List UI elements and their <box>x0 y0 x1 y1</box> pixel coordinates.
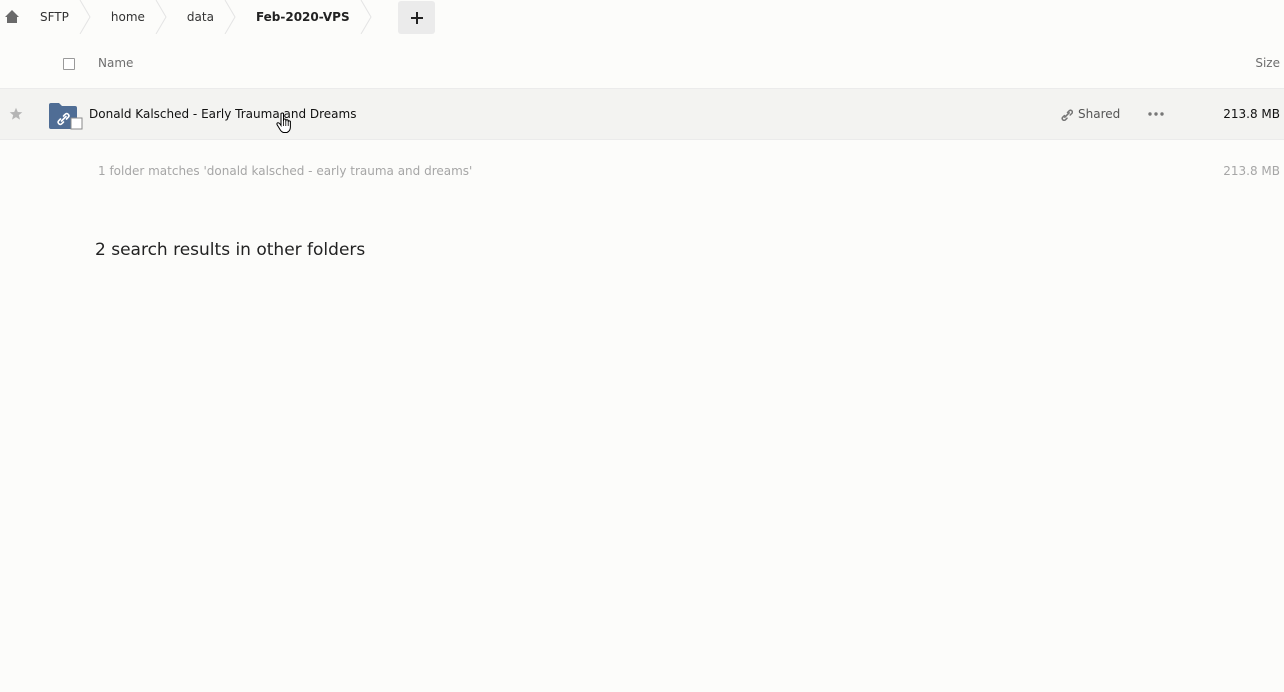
more-icon <box>1148 112 1164 116</box>
select-all-checkbox[interactable] <box>63 58 75 70</box>
plus-icon <box>410 11 423 24</box>
breadcrumb-item-data[interactable]: data <box>167 0 236 34</box>
new-item-button[interactable] <box>398 1 435 34</box>
breadcrumb-label: SFTP <box>40 10 69 24</box>
breadcrumb-item-current[interactable]: Feb-2020-VPS <box>236 0 372 34</box>
breadcrumb-item-sftp[interactable]: SFTP <box>24 0 91 34</box>
breadcrumb-label: Feb-2020-VPS <box>255 10 350 24</box>
share-button[interactable]: Shared <box>1059 107 1120 121</box>
star-icon[interactable] <box>9 107 23 121</box>
search-summary-size: 213.8 MB <box>1223 164 1280 178</box>
breadcrumb-home[interactable] <box>0 0 24 34</box>
more-actions-button[interactable] <box>1146 106 1166 122</box>
breadcrumb: SFTP home data Feb-2020-VPS <box>0 0 1284 34</box>
chevron-right-icon <box>79 0 91 34</box>
link-icon <box>1061 109 1073 121</box>
file-size: 213.8 MB <box>1223 107 1280 121</box>
file-row[interactable]: Donald Kalsched - Early Trauma and Dream… <box>0 89 1284 140</box>
shared-folder-icon <box>49 103 83 130</box>
files-page: SFTP home data Feb-2020-VPS Name Size Do… <box>0 0 1284 692</box>
breadcrumb-item-home[interactable]: home <box>91 0 167 34</box>
shared-label: Shared <box>1078 107 1121 121</box>
sort-by-size[interactable]: Size <box>1255 56 1280 70</box>
file-name[interactable]: Donald Kalsched - Early Trauma and Dream… <box>89 107 356 121</box>
home-icon <box>5 10 19 23</box>
breadcrumb-label: data <box>186 10 214 24</box>
chevron-right-icon <box>360 0 372 34</box>
file-list-header: Name Size <box>0 40 1284 89</box>
sort-by-name[interactable]: Name <box>98 56 133 70</box>
search-summary: 1 folder matches 'donald kalsched - earl… <box>98 164 473 178</box>
chevron-right-icon <box>224 0 236 34</box>
chevron-right-icon <box>155 0 167 34</box>
other-folders-results-heading: 2 search results in other folders <box>95 240 366 260</box>
breadcrumb-label: home <box>110 10 145 24</box>
hand-cursor-icon <box>276 112 291 133</box>
